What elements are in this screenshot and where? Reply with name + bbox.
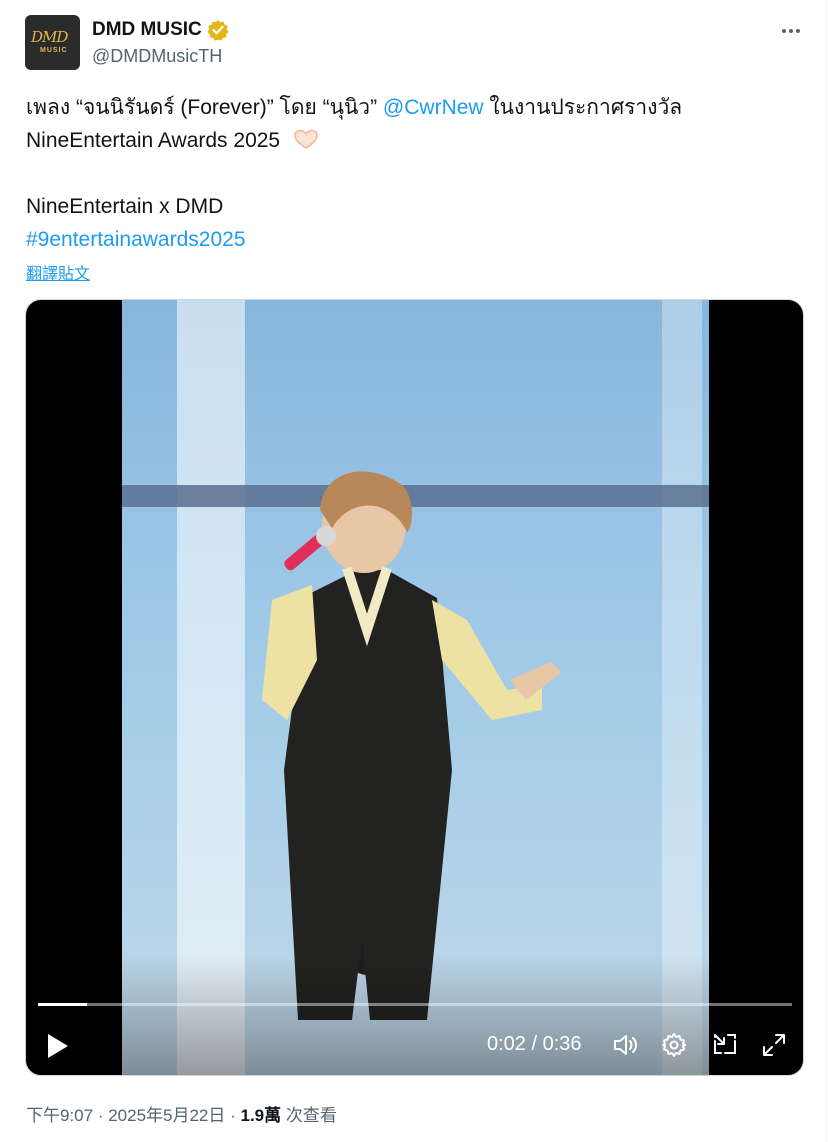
tweet-text-segment: NineEntertain Awards 2025 [26,129,281,152]
tweet-text-segment: เพลง “จนนิรันดร์ (Forever)” โดย “นุนิว” [26,96,383,119]
mention-link[interactable]: @CwrNew [383,96,484,119]
right-border [826,0,827,1142]
views-count: 1.9萬 [240,1106,282,1125]
avatar-logo-text: DMD [31,28,68,46]
picture-in-picture-icon[interactable] [711,1031,739,1059]
tweet-line-1: เพลง “จนนิรันดร์ (Forever)” โดย “นุนิว” … [26,91,806,124]
more-options-icon[interactable] [779,19,803,43]
display-name[interactable]: DMD MUSIC [92,19,202,41]
more-dot [782,29,786,33]
play-icon[interactable] [44,1032,70,1060]
time-separator: / [525,1033,543,1055]
translate-post-link[interactable]: 翻譯貼文 [26,260,90,284]
tweet-line-2: NineEntertain Awards 2025 [26,124,806,157]
tweet-text: เพลง “จนนิรันดร์ (Forever)” โดย “นุนิว” … [26,91,806,256]
verified-badge-icon[interactable] [207,19,229,41]
settings-gear-icon[interactable] [660,1031,688,1059]
video-player[interactable]: 0:02 / 0:36 [25,299,804,1076]
more-dot [789,29,793,33]
volume-icon[interactable] [611,1031,639,1059]
user-handle[interactable]: @DMDMusicTH [92,46,222,67]
duration: 0:36 [542,1033,582,1055]
tweet-text-segment: ในงานประกาศรางวัล [483,96,683,119]
fullscreen-icon[interactable] [760,1031,788,1059]
more-dot [796,29,800,33]
tweet-meta: 下午9:07 · 2025年5月22日 · 1.9萬 次查看 [26,1101,337,1126]
meta-separator: · [93,1106,109,1125]
post-time[interactable]: 下午9:07 [26,1106,93,1125]
video-time: 0:02 / 0:36 [487,1033,582,1056]
hashtag-link[interactable]: #9entertainawards2025 [26,228,246,251]
post-date[interactable]: 2025年5月22日 [108,1106,225,1125]
video-progress-bar[interactable] [38,1003,792,1006]
tweet-line-3: NineEntertain x DMD [26,195,224,218]
name-row: DMD MUSIC [92,18,229,42]
current-time: 0:02 [487,1033,526,1055]
meta-separator: · [225,1106,241,1125]
video-progress-fill [38,1003,87,1006]
avatar-logo-subtext: MUSIC [40,47,68,54]
tweet-line-4: #9entertainawards2025 [26,223,806,256]
views-label: 次查看 [281,1106,337,1125]
avatar[interactable]: DMD MUSIC [25,15,80,70]
heart-hands-icon [294,129,318,149]
tweet-header: DMD MUSIC DMD MUSIC @DMDMusicTH [25,15,805,71]
